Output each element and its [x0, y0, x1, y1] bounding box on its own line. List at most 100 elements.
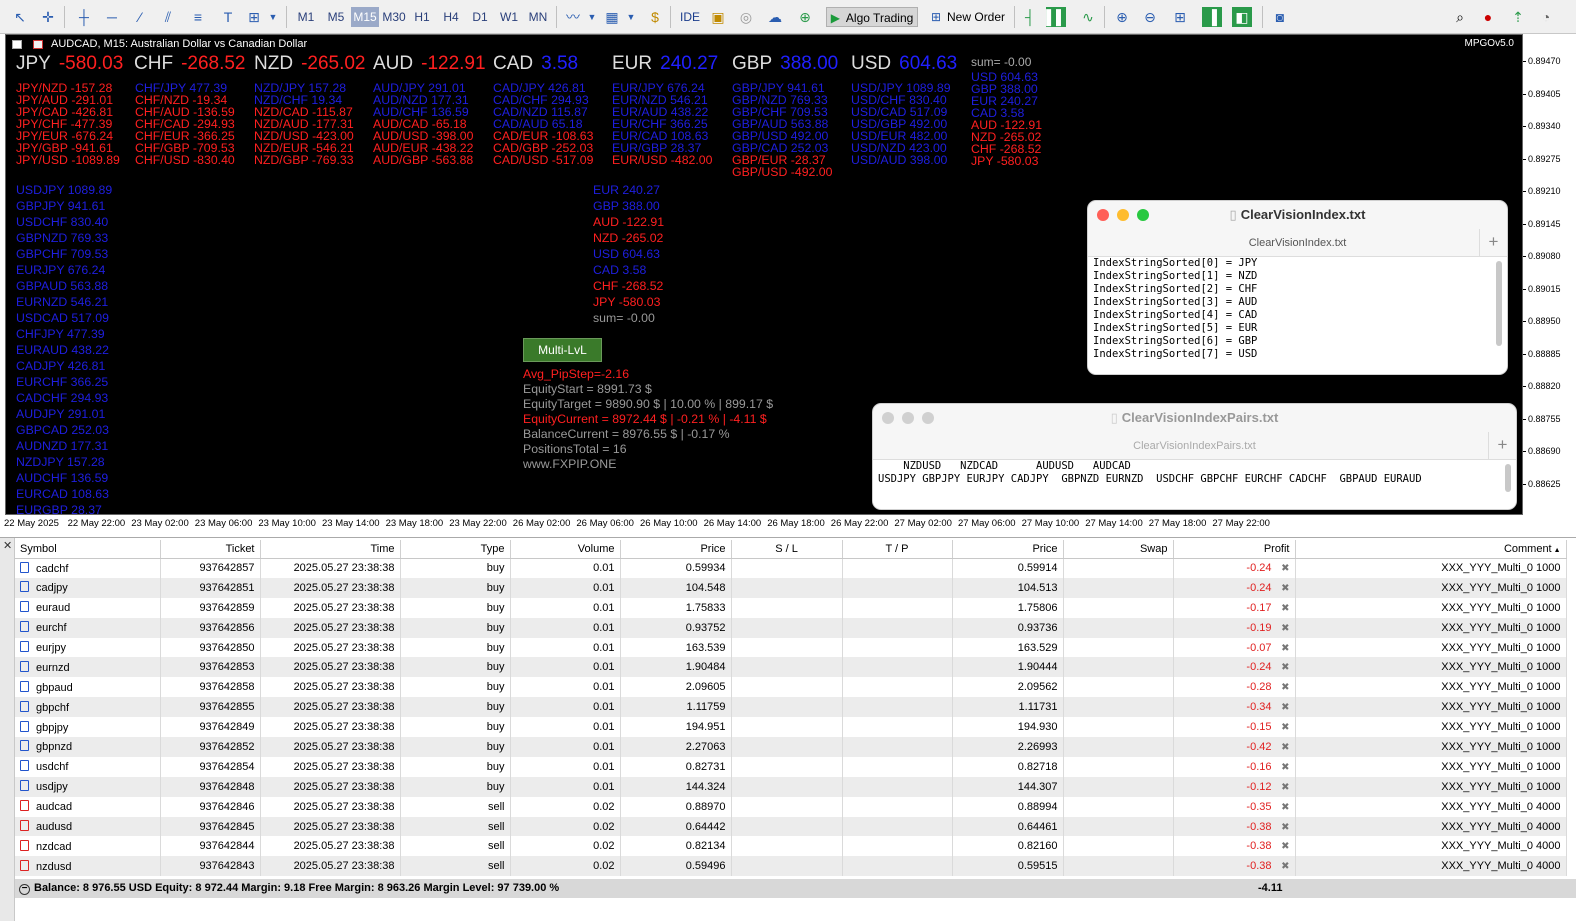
shapes-icon[interactable]: ⊞	[244, 7, 264, 27]
close-position-icon[interactable]: ✖	[1279, 623, 1289, 634]
line-chart-icon[interactable]: ∿	[1078, 7, 1098, 27]
timeframe-m5[interactable]: M5	[322, 7, 350, 27]
table-row[interactable]: cadjpy 937642851 2025.05.27 23:38:38 buy 0.0…	[15, 577, 1567, 598]
text-icon[interactable]: T	[218, 7, 238, 27]
timeframe-d1[interactable]: D1	[466, 7, 494, 27]
close-position-icon[interactable]: ✖	[1279, 841, 1289, 852]
vps-icon[interactable]: ⊕	[795, 7, 815, 27]
signal-icon[interactable]: ◎	[736, 7, 756, 27]
close-position-icon[interactable]: ✖	[1279, 822, 1289, 833]
table-row[interactable]: gbpnzd 937642852 2025.05.27 23:38:38 buy 0.0…	[15, 737, 1567, 757]
close-position-icon[interactable]: ✖	[1279, 861, 1289, 872]
column-header[interactable]: Swap	[1063, 540, 1174, 559]
timeframe-h1[interactable]: H1	[408, 7, 436, 27]
column-header[interactable]: Type	[400, 540, 511, 559]
timeframe-w1[interactable]: W1	[495, 7, 523, 27]
lock-icon[interactable]: ▣	[708, 7, 728, 27]
timeframe-mn[interactable]: MN	[524, 7, 552, 27]
notifications-icon[interactable]: ●	[1478, 7, 1498, 27]
timeframe-h4[interactable]: H4	[437, 7, 465, 27]
pairs-file-content[interactable]: NZDUSD NZDCAD AUDUSD AUDCAD USDJPY GBPJP…	[873, 460, 1516, 509]
column-header[interactable]: Volume	[510, 540, 621, 559]
trend-line-icon[interactable]: ⁄	[130, 7, 150, 27]
profile-icon[interactable]: ◔	[1536, 7, 1556, 27]
sort-ascending-icon[interactable]: ▲	[1552, 547, 1561, 554]
column-header[interactable]: Symbol	[15, 540, 161, 559]
table-row[interactable]: euraud 937642859 2025.05.27 23:38:38 buy 0.0…	[15, 597, 1567, 618]
table-row[interactable]: usdjpy 937642848 2025.05.27 23:38:38 buy 0.0…	[15, 776, 1567, 797]
column-header[interactable]: Price	[620, 540, 732, 559]
column-header[interactable]: Comment ▲	[1295, 540, 1567, 559]
window-titlebar[interactable]: ▯ ClearVisionIndexPairs.txt	[873, 404, 1516, 432]
maximize-window-icon[interactable]	[1137, 209, 1149, 221]
close-position-icon[interactable]: ✖	[1279, 702, 1289, 713]
table-row[interactable]: eurchf 937642856 2025.05.27 23:38:38 buy 0.0…	[15, 617, 1567, 638]
window-tab[interactable]: ClearVisionIndex.txt +	[1088, 229, 1507, 257]
algo-trading-button[interactable]: ▶ Algo Trading	[826, 7, 918, 27]
new-tab-button[interactable]: +	[1488, 432, 1516, 460]
candlestick-icon[interactable]: ▌▌	[1046, 7, 1066, 27]
timeframe-m30[interactable]: M30	[380, 7, 408, 27]
collapse-icon[interactable]: −	[19, 884, 30, 895]
close-position-icon[interactable]: ✖	[1279, 603, 1289, 614]
window-titlebar[interactable]: ▯ ClearVisionIndex.txt	[1088, 201, 1507, 229]
cloud-icon[interactable]: ☁	[765, 7, 785, 27]
column-header[interactable]: Ticket	[160, 540, 261, 559]
table-row[interactable]: audusd 937642845 2025.05.27 23:38:38 sell 0.…	[15, 816, 1567, 837]
close-position-icon[interactable]: ✖	[1279, 722, 1289, 733]
close-position-icon[interactable]: ✖	[1279, 662, 1289, 673]
indicators-icon[interactable]: ▦	[602, 7, 622, 27]
table-row[interactable]: gbpaud 937642858 2025.05.27 23:38:38 buy 0.0…	[15, 677, 1567, 698]
scrollbar[interactable]	[1496, 261, 1502, 346]
maximize-window-icon[interactable]	[922, 412, 934, 424]
table-row[interactable]: eurjpy 937642850 2025.05.27 23:38:38 buy 0.0…	[15, 637, 1567, 658]
pairs-file-window[interactable]: ▯ ClearVisionIndexPairs.txt ClearVisionIn…	[872, 403, 1517, 510]
zoom-in-icon[interactable]: ⊕	[1112, 7, 1132, 27]
table-row[interactable]: usdchf 937642854 2025.05.27 23:38:38 buy 0.0…	[15, 756, 1567, 777]
channel-icon[interactable]: ⫽	[158, 7, 178, 27]
zoom-out-icon[interactable]: ⊖	[1140, 7, 1160, 27]
timeframe-m1[interactable]: M1	[292, 7, 320, 27]
column-header[interactable]: S / L	[731, 540, 843, 559]
close-icon[interactable]: ✕	[3, 539, 12, 552]
new-order-button[interactable]: ⊞ New Order	[928, 7, 1008, 27]
vertical-line-icon[interactable]: ┼	[74, 7, 94, 27]
multi-lvl-button[interactable]: Multi-LvL	[523, 338, 602, 362]
close-position-icon[interactable]: ✖	[1279, 583, 1289, 594]
scrollbar[interactable]	[1505, 464, 1511, 492]
close-position-icon[interactable]: ✖	[1279, 643, 1289, 654]
table-row[interactable]: audcad 937642846 2025.05.27 23:38:38 sell 0.…	[15, 796, 1567, 817]
close-window-icon[interactable]	[1097, 209, 1109, 221]
column-header[interactable]: Profit	[1173, 540, 1296, 559]
tile-windows-icon[interactable]: ⊞	[1170, 7, 1190, 27]
close-position-icon[interactable]: ✖	[1279, 762, 1289, 773]
chart-menu-icon[interactable]	[12, 40, 22, 49]
table-row[interactable]: cadchf 937642857 2025.05.27 23:38:38 buy 0.0…	[15, 558, 1567, 578]
ide-button[interactable]: IDE	[676, 7, 704, 27]
search-icon[interactable]: ⌕	[1450, 7, 1470, 27]
table-row[interactable]: nzdusd 937642843 2025.05.27 23:38:38 sell 0.…	[15, 856, 1567, 877]
index-file-window[interactable]: ▯ ClearVisionIndex.txt ClearVisionIndex.t…	[1087, 200, 1508, 375]
close-position-icon[interactable]: ✖	[1279, 682, 1289, 693]
dollar-icon[interactable]: $	[645, 7, 665, 27]
minimize-window-icon[interactable]	[1117, 209, 1129, 221]
close-window-icon[interactable]	[882, 412, 894, 424]
chevron-down-icon[interactable]: ▼	[266, 7, 280, 27]
column-header[interactable]: T / P	[842, 540, 953, 559]
cursor-icon[interactable]: ↖	[10, 7, 30, 27]
index-file-content[interactable]: IndexStringSorted[0] = JPY IndexStringSo…	[1088, 257, 1507, 374]
autoscroll-icon[interactable]: ▐	[1202, 7, 1222, 27]
chevron-down-icon[interactable]: ▼	[624, 7, 638, 27]
market-icon[interactable]: ⇡	[1508, 7, 1528, 27]
close-position-icon[interactable]: ✖	[1279, 563, 1289, 574]
horizontal-line-icon[interactable]: ─	[102, 7, 122, 27]
crosshair-icon[interactable]: ✛	[38, 7, 58, 27]
chevron-down-icon[interactable]: ▼	[585, 7, 599, 27]
bar-chart-icon[interactable]: ┤	[1020, 7, 1040, 27]
window-tab[interactable]: ClearVisionIndexPairs.txt +	[873, 432, 1516, 460]
fibonacci-icon[interactable]: ≡	[188, 7, 208, 27]
new-tab-button[interactable]: +	[1479, 229, 1507, 257]
close-position-icon[interactable]: ✖	[1279, 802, 1289, 813]
chart-shift-icon[interactable]: ◧	[1232, 7, 1252, 27]
table-row[interactable]: gbpchf 937642855 2025.05.27 23:38:38 buy 0.0…	[15, 697, 1567, 718]
